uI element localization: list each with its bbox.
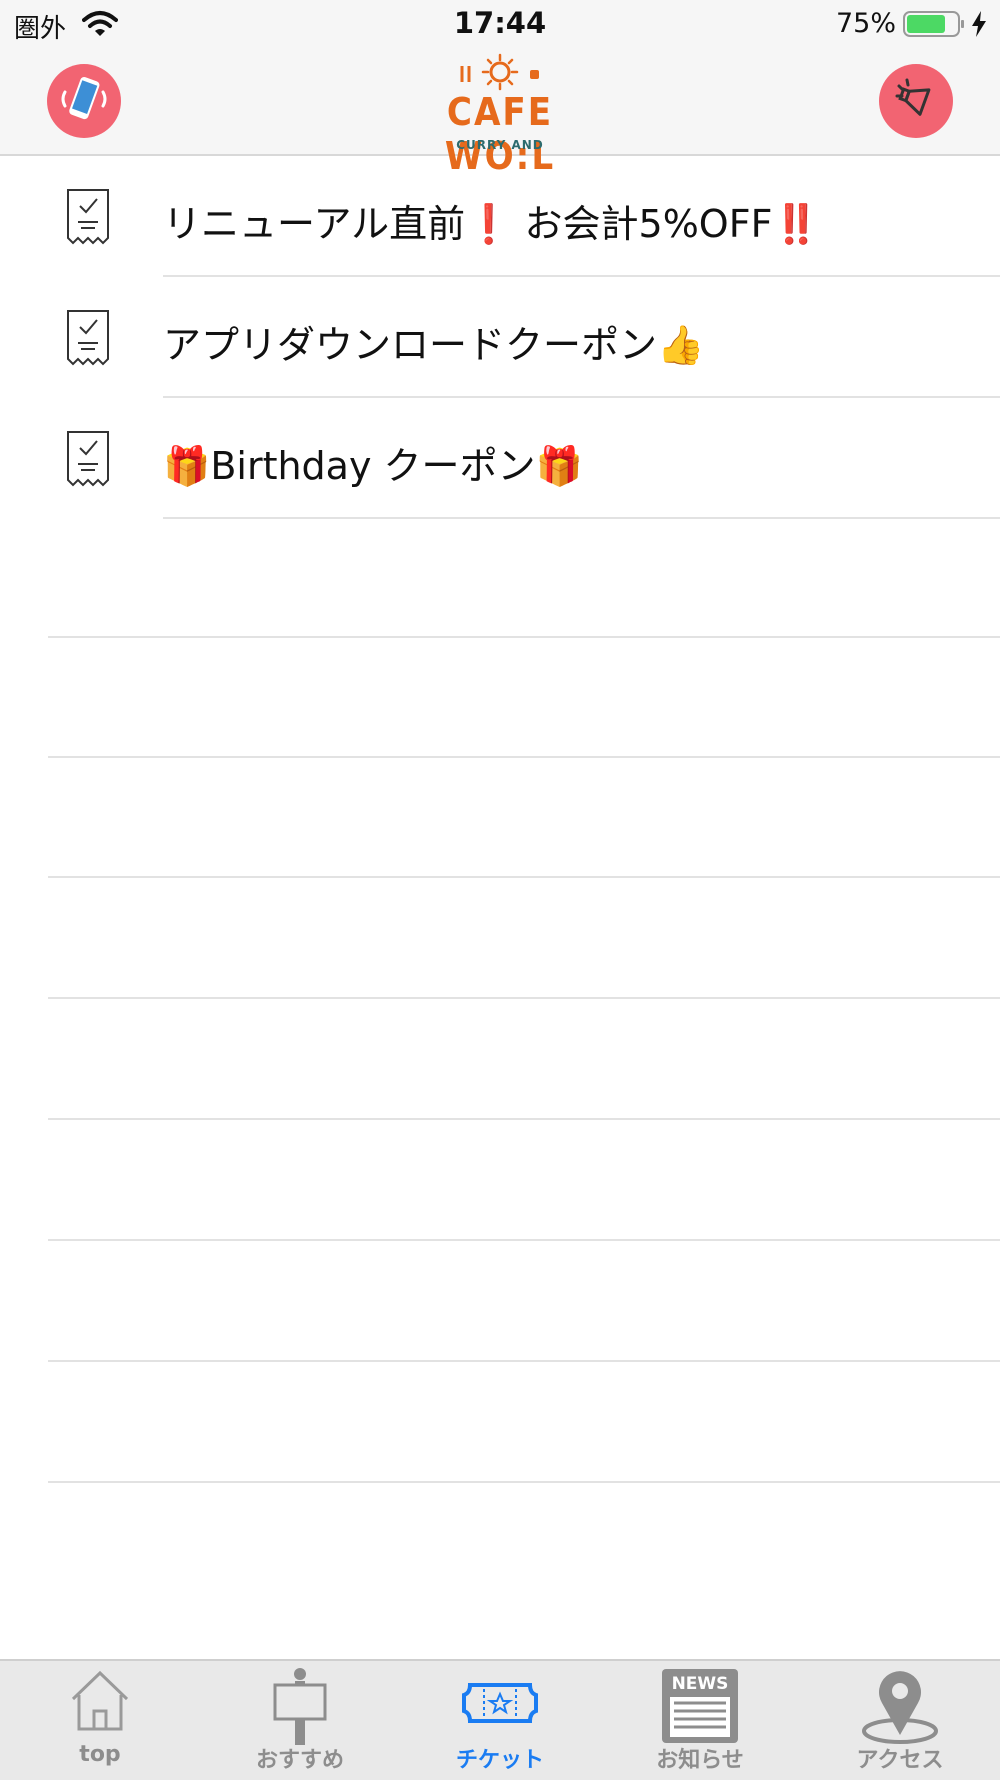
phone-call-icon xyxy=(57,72,111,130)
tab-label: top xyxy=(79,1742,121,1767)
signboard-icon xyxy=(200,1667,400,1747)
empty-row-divider xyxy=(48,1118,1000,1120)
battery-icon xyxy=(903,10,967,42)
row-divider xyxy=(163,517,1000,519)
coupon-title-text: Birthday クーポン xyxy=(210,444,536,488)
logo-subtext: CURRY AND xyxy=(456,138,544,152)
house-icon xyxy=(0,1667,200,1733)
call-button[interactable] xyxy=(47,64,121,138)
receipt-icon xyxy=(66,309,110,371)
sun-icon xyxy=(460,53,539,91)
tab-bar: top おすすめ チケット NEWS お知らせ アクセス xyxy=(0,1659,1000,1780)
coupon-title: アプリダウンロードクーポン👍 xyxy=(163,314,704,369)
coupon-title-text: アプリダウンロードクーポン xyxy=(163,323,658,367)
coupon-list: リニューアル直前❗ お会計5%OFF‼️ アプリダウンロードクーポン👍 🎁Bir… xyxy=(0,156,1000,1483)
coupon-row[interactable]: 🎁Birthday クーポン🎁 xyxy=(0,398,1000,519)
receipt-icon xyxy=(66,430,110,492)
empty-row-divider xyxy=(48,997,1000,999)
gift-icon: 🎁 xyxy=(535,444,583,488)
status-bar: 圏外 17:44 75% xyxy=(0,0,1000,50)
exclamation-icon: ❗ xyxy=(465,202,513,246)
tab-top[interactable]: top xyxy=(0,1661,200,1780)
ticket-icon xyxy=(400,1667,600,1737)
megaphone-icon xyxy=(889,72,943,130)
tab-access[interactable]: アクセス xyxy=(800,1661,1000,1780)
gift-icon: 🎁 xyxy=(163,444,211,488)
empty-row-divider xyxy=(48,636,1000,638)
news-icon: NEWS xyxy=(600,1667,800,1745)
empty-row-divider xyxy=(48,876,1000,878)
receipt-icon xyxy=(66,188,110,250)
news-icon-text: NEWS xyxy=(672,1674,729,1694)
coupon-title: リニューアル直前❗ お会計5%OFF‼️ xyxy=(163,193,820,248)
battery-percent: 75% xyxy=(836,8,897,39)
empty-row-divider xyxy=(48,1481,1000,1483)
thumbs-up-icon: 👍 xyxy=(657,323,705,367)
coupon-title-text: リニューアル直前 xyxy=(163,202,466,246)
coupon-row[interactable]: アプリダウンロードクーポン👍 xyxy=(0,277,1000,398)
tab-ticket[interactable]: チケット xyxy=(400,1661,600,1780)
empty-row-divider xyxy=(48,1239,1000,1241)
map-pin-icon xyxy=(800,1667,1000,1745)
double-exclamation-icon: ‼️ xyxy=(772,202,820,246)
coupon-title-text: お会計5%OFF xyxy=(512,202,773,246)
announcement-button[interactable] xyxy=(879,64,953,138)
cafe-logo: CAFE WO:L CURRY AND xyxy=(400,52,600,178)
tab-label: アクセス xyxy=(856,1748,944,1773)
coupon-row[interactable]: リニューアル直前❗ お会計5%OFF‼️ xyxy=(0,156,1000,277)
tab-label: お知らせ xyxy=(656,1748,744,1773)
charging-bolt-icon xyxy=(970,10,988,42)
tab-label: チケット xyxy=(455,1748,544,1773)
empty-row-divider xyxy=(48,1360,1000,1362)
tab-recommend[interactable]: おすすめ xyxy=(200,1661,400,1780)
app-header: CAFE WO:L CURRY AND xyxy=(0,50,1000,178)
empty-row-divider xyxy=(48,756,1000,758)
tab-label: おすすめ xyxy=(255,1748,344,1773)
tab-news[interactable]: NEWS お知らせ xyxy=(600,1661,800,1780)
coupon-title: 🎁Birthday クーポン🎁 xyxy=(163,435,583,490)
